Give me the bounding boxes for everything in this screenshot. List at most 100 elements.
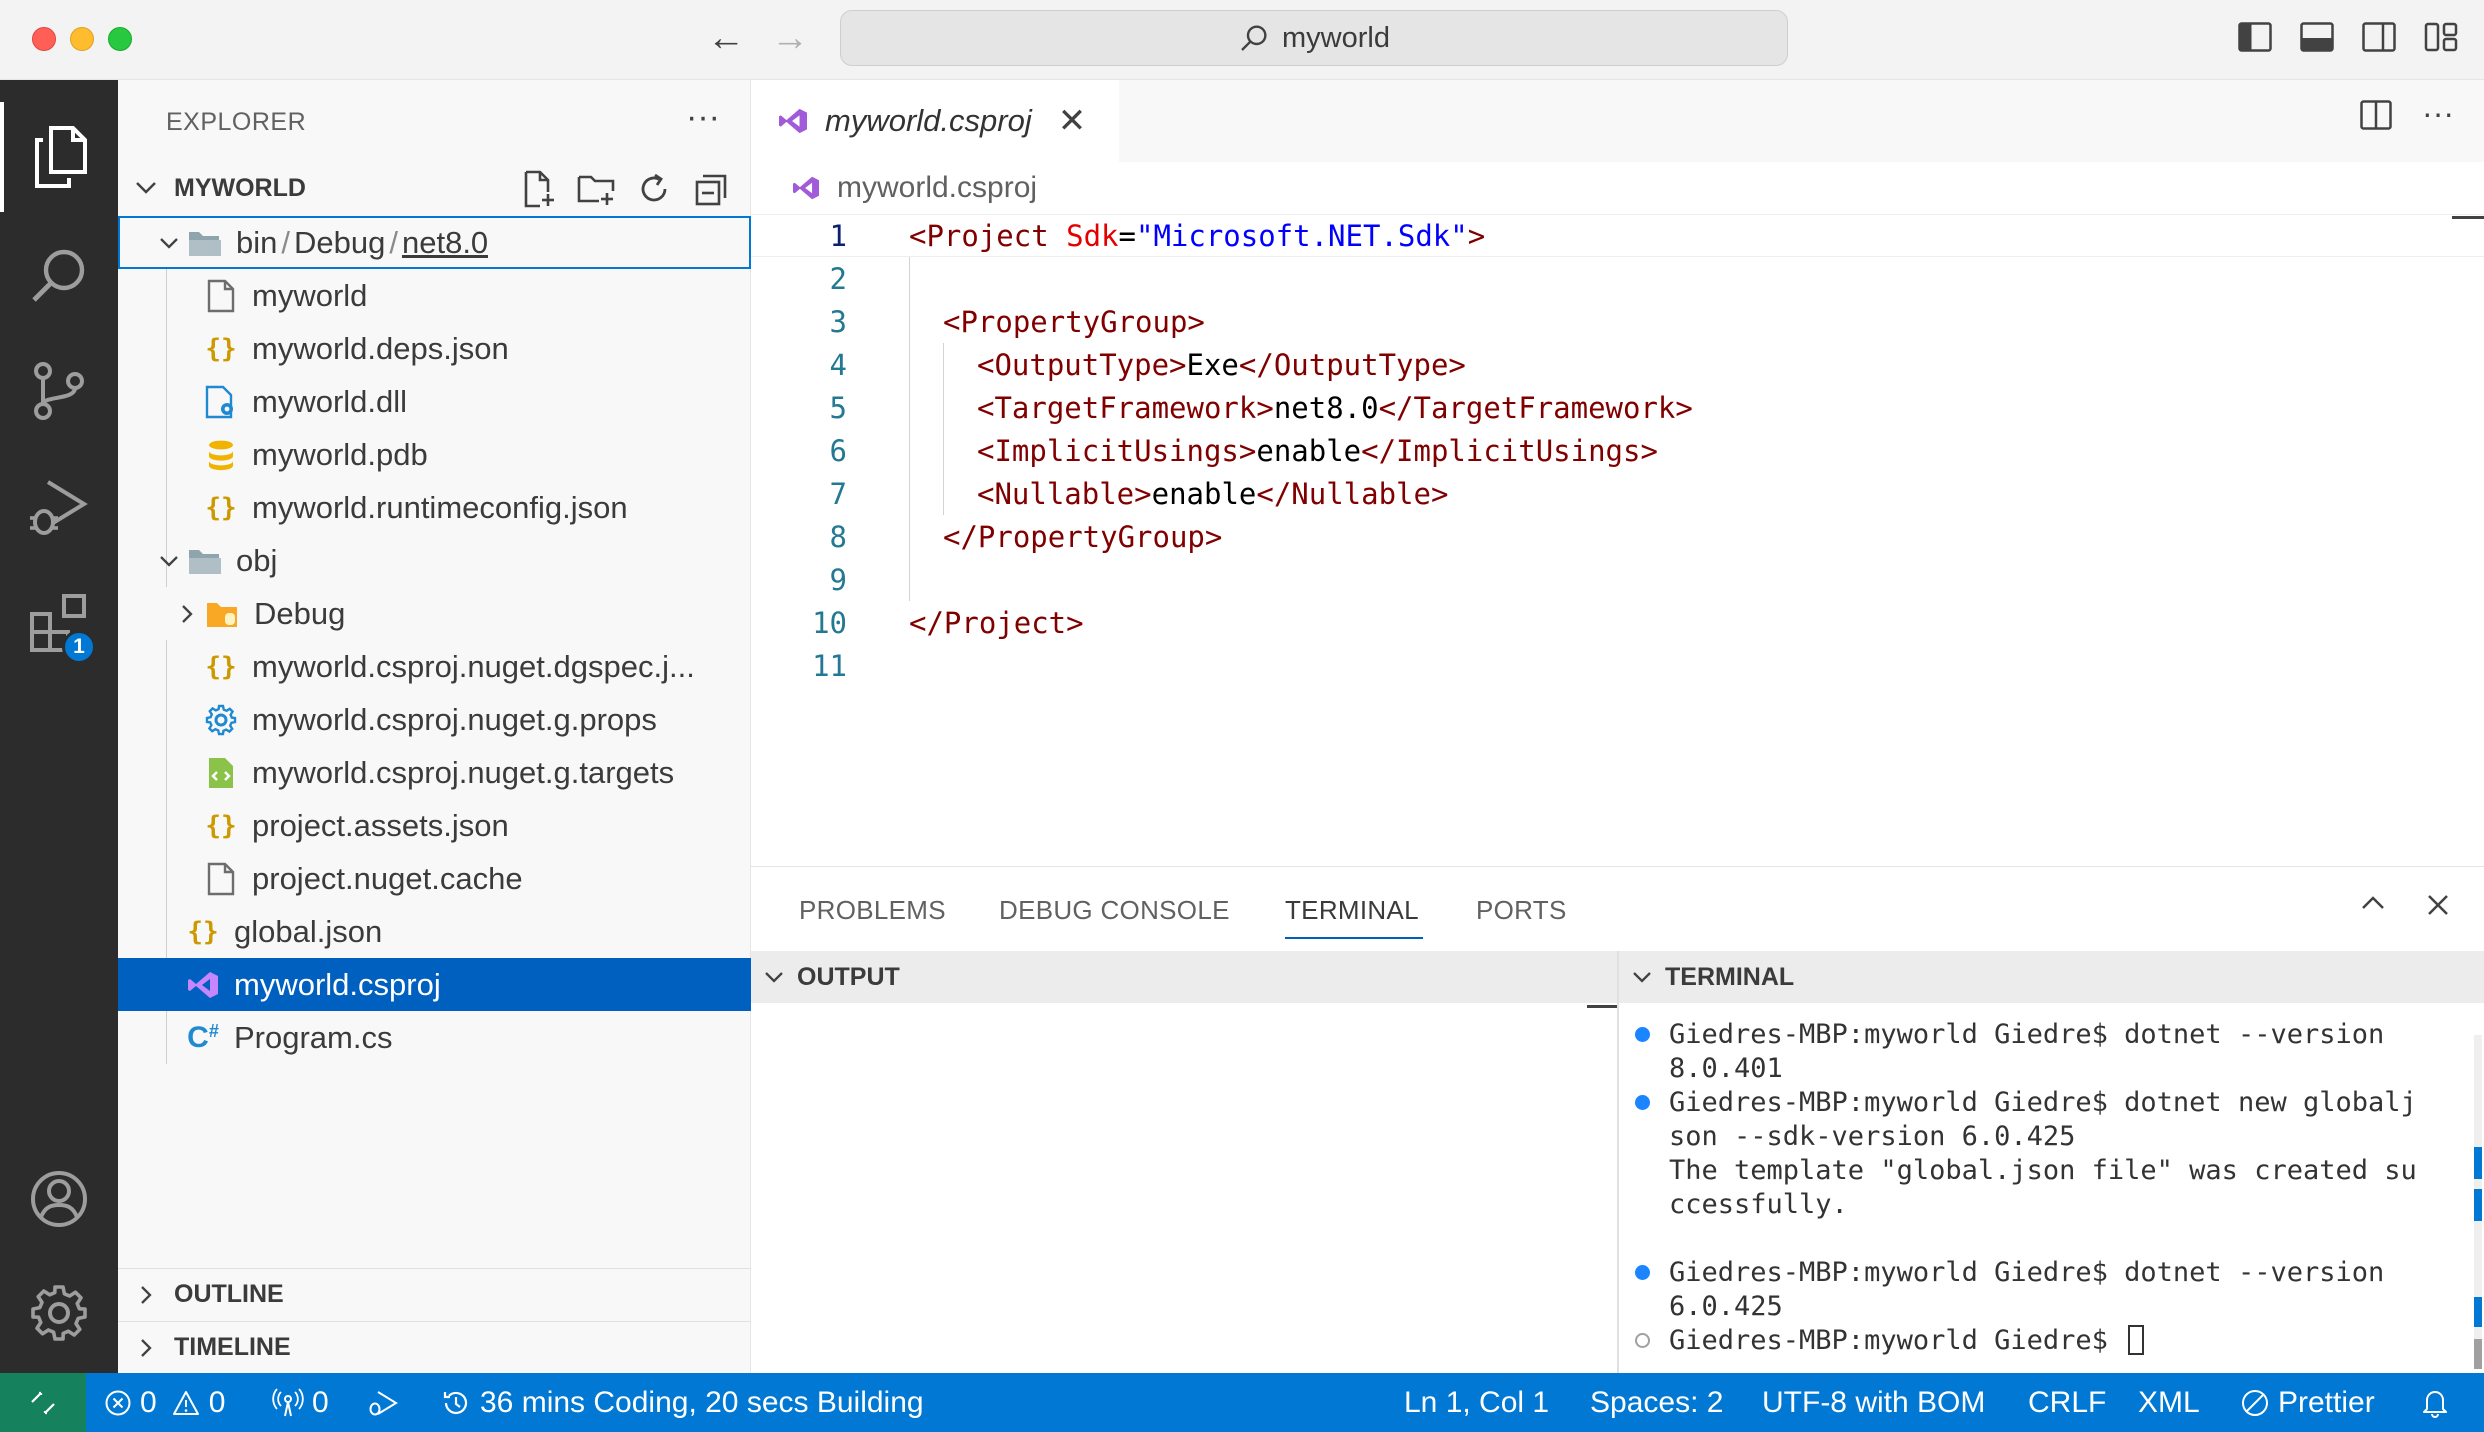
editor-more-actions-button[interactable]: ···: [2422, 97, 2454, 135]
maximize-panel-button[interactable]: [2360, 893, 2386, 922]
toggle-primary-sidebar-button[interactable]: [2236, 18, 2274, 56]
tree-item[interactable]: {} project.assets.json: [118, 799, 751, 852]
tree-item[interactable]: myworld.pdb: [118, 428, 751, 481]
tab-problems[interactable]: PROBLEMS: [799, 895, 946, 926]
breadcrumb-item[interactable]: myworld.csproj: [837, 171, 1037, 205]
source-control-view-button[interactable]: [0, 336, 118, 446]
views-more-actions-button[interactable]: ···: [686, 98, 720, 137]
terminal-line: Giedres-MBP:myworld Giedre$ dotnet --ver…: [1619, 1255, 2469, 1289]
terminal-line: Giedres-MBP:myworld Giedre$ dotnet --ver…: [1619, 1017, 2469, 1051]
tree-item-obj[interactable]: obj: [118, 534, 751, 587]
settings-file-icon: [205, 704, 237, 735]
tree-item[interactable]: C# Program.cs: [118, 1011, 751, 1064]
toggle-panel-button[interactable]: [2298, 18, 2336, 56]
maximize-window-button[interactable]: [108, 27, 132, 51]
collapse-folders-button[interactable]: [693, 170, 731, 208]
tab-terminal[interactable]: TERMINAL: [1285, 895, 1423, 939]
refresh-explorer-button[interactable]: [635, 170, 673, 208]
back-button[interactable]: ←: [706, 16, 746, 60]
tree-item[interactable]: {} myworld.csproj.nuget.dgspec.j...: [118, 640, 751, 693]
tree-item[interactable]: project.nuget.cache: [118, 852, 751, 905]
outline-section-header[interactable]: OUTLINE: [118, 1268, 751, 1320]
prettier-status-button[interactable]: Prettier: [2240, 1373, 2375, 1432]
language-mode-button[interactable]: XML: [2138, 1373, 2200, 1432]
terminal-section-header[interactable]: TERMINAL: [1619, 951, 2484, 1003]
folder-open-icon: [189, 549, 221, 574]
notifications-button[interactable]: [2420, 1373, 2450, 1432]
tree-item[interactable]: myworld.dll: [118, 375, 751, 428]
debug-launch-button[interactable]: [366, 1373, 400, 1432]
minimize-window-button[interactable]: [70, 27, 94, 51]
accounts-button[interactable]: [0, 1144, 118, 1254]
command-success-dot[interactable]: [1635, 1265, 1650, 1280]
tree-item[interactable]: myworld: [118, 269, 751, 322]
csproj-icon: [793, 176, 819, 200]
forward-button[interactable]: →: [770, 16, 810, 60]
cursor-position-button[interactable]: Ln 1, Col 1: [1404, 1373, 1549, 1432]
database-icon: [209, 440, 233, 470]
tree-item-bin-debug-net8[interactable]: bin / Debug / net8.0: [118, 216, 751, 269]
customize-layout-button[interactable]: [2422, 18, 2460, 56]
indentation-button[interactable]: Spaces: 2: [1590, 1373, 1723, 1432]
code-editor[interactable]: 1 <Project Sdk="Microsoft.NET.Sdk"> 2 3 …: [751, 214, 2484, 864]
close-panel-button[interactable]: [2426, 893, 2450, 922]
output-section-header[interactable]: OUTPUT: [751, 951, 1617, 1003]
tree-item-debug-folder[interactable]: Debug: [118, 587, 751, 640]
toggle-secondary-sidebar-button[interactable]: [2360, 18, 2398, 56]
end-of-line-button[interactable]: CRLF: [2028, 1373, 2106, 1432]
terminal-line: The template "global.json file" was crea…: [1669, 1154, 2417, 1186]
split-editor-button[interactable]: [2360, 100, 2392, 135]
tree-item[interactable]: {} global.json: [118, 905, 751, 958]
encoding-button[interactable]: UTF-8 with BOM: [1762, 1373, 1985, 1432]
editor-tab-bar: myworld.csproj ✕ ···: [751, 80, 2484, 162]
json-icon: {}: [205, 810, 237, 841]
explorer-view-button[interactable]: [0, 102, 118, 212]
file-icon: [207, 862, 235, 895]
layout-sidebar-left-icon: [2238, 22, 2272, 52]
scrollbar-marker: [2474, 1189, 2482, 1221]
command-success-dot[interactable]: [1635, 1027, 1650, 1042]
command-success-dot[interactable]: [1635, 1095, 1650, 1110]
run-and-debug-view-button[interactable]: [0, 452, 118, 562]
new-file-icon: [524, 170, 554, 208]
search-view-button[interactable]: [0, 220, 118, 330]
extensions-view-button[interactable]: 1: [0, 568, 118, 678]
workspace-root[interactable]: MYWORLD: [118, 166, 751, 210]
dll-file-icon: [205, 385, 233, 418]
close-window-button[interactable]: [32, 27, 56, 51]
problems-status-button[interactable]: 0 0: [104, 1373, 225, 1432]
search-icon: [32, 249, 85, 302]
timeline-section-header[interactable]: TIMELINE: [118, 1321, 751, 1373]
close-tab-button[interactable]: ✕: [1058, 101, 1087, 141]
terminal-cursor: [2128, 1325, 2145, 1355]
refresh-icon: [641, 173, 667, 202]
history-clock-icon: [443, 1391, 468, 1414]
chevron-down-icon: [765, 972, 783, 983]
forwarded-ports-button[interactable]: 0: [272, 1373, 329, 1432]
explorer-sidebar: EXPLORER ··· MYWORLD bin / Debug / net8.0 my…: [118, 80, 751, 1373]
chevron-right-icon: [182, 604, 193, 623]
new-folder-button[interactable]: [577, 170, 615, 208]
wakatime-status[interactable]: 36 mins Coding, 20 secs Building: [440, 1373, 924, 1432]
extensions-badge: 1: [62, 630, 96, 664]
tree-item[interactable]: {} myworld.deps.json: [118, 322, 751, 375]
folder-open-icon: [189, 231, 221, 256]
tab-ports[interactable]: PORTS: [1476, 895, 1567, 926]
broadcast-icon: [272, 1387, 304, 1416]
terminal-line: 8.0.401: [1669, 1052, 1783, 1084]
terminal[interactable]: Giedres-MBP:myworld Giedre$ dotnet --ver…: [1619, 1017, 2469, 1357]
tree-item[interactable]: myworld.csproj.nuget.g.props: [118, 693, 751, 746]
csproj-icon: [779, 108, 807, 134]
tree-item[interactable]: myworld.csproj.nuget.g.targets: [118, 746, 751, 799]
manage-settings-button[interactable]: [0, 1258, 118, 1368]
editor-tab-active[interactable]: myworld.csproj ✕: [751, 80, 1119, 162]
remote-indicator-button[interactable]: [0, 1373, 86, 1432]
tab-debug-console[interactable]: DEBUG CONSOLE: [999, 895, 1230, 926]
tree-item[interactable]: {} myworld.runtimeconfig.json: [118, 481, 751, 534]
search-icon: [1241, 25, 1267, 51]
command-center-search[interactable]: myworld: [840, 10, 1788, 66]
json-icon: {}: [205, 492, 237, 523]
new-file-button[interactable]: [519, 170, 557, 208]
tree-item-selected[interactable]: myworld.csproj: [118, 958, 751, 1011]
